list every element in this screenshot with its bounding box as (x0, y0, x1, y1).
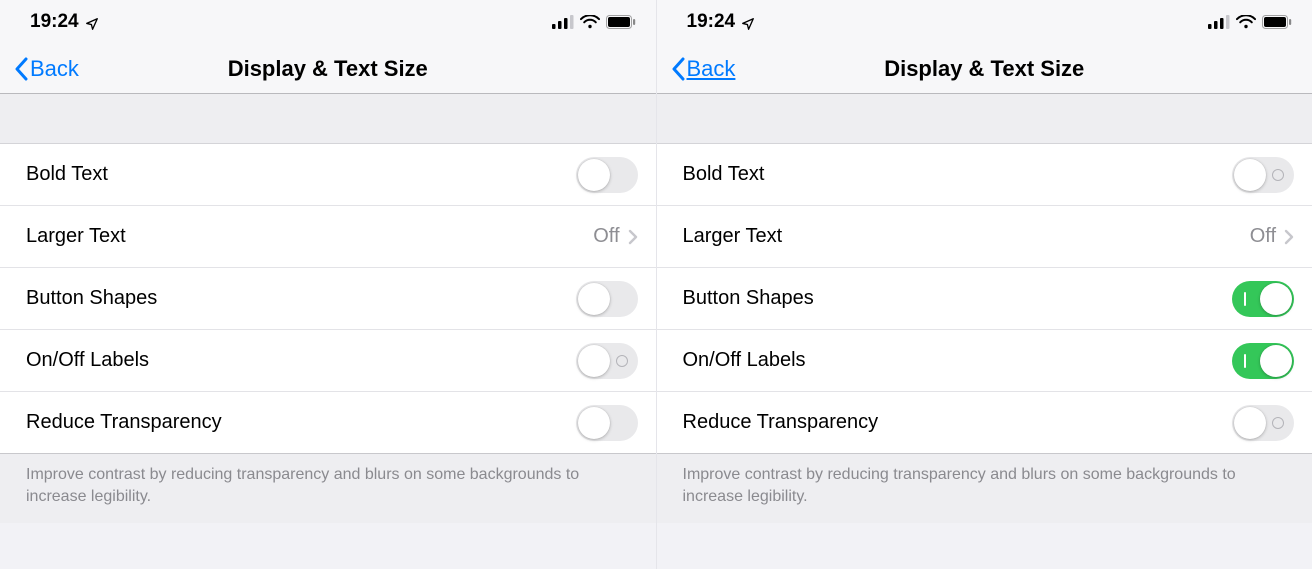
page-title: Display & Text Size (0, 56, 656, 82)
onoff-labels-switch[interactable] (576, 343, 638, 379)
row-value: Off (593, 225, 619, 248)
row-label: Button Shapes (26, 287, 576, 310)
status-bar: 19:24 (657, 0, 1312, 44)
row-onoff-labels[interactable]: On/Off Labels (0, 330, 656, 392)
back-button[interactable]: Back (671, 56, 736, 82)
row-label: On/Off Labels (26, 349, 576, 372)
row-label: Bold Text (683, 163, 1233, 186)
section-gap (0, 94, 656, 144)
nav-bar: Back Display & Text Size (657, 44, 1312, 94)
chevron-right-icon (628, 229, 638, 245)
wifi-icon (1236, 15, 1256, 29)
chevron-right-icon (1284, 229, 1294, 245)
status-bar: 19:24 (0, 0, 656, 44)
battery-icon (606, 15, 636, 29)
battery-icon (1262, 15, 1292, 29)
row-reduce-transparency[interactable]: Reduce Transparency (0, 392, 656, 454)
location-icon (741, 15, 755, 29)
status-time: 19:24 (30, 11, 79, 33)
row-label: Reduce Transparency (683, 411, 1233, 434)
row-label: Bold Text (26, 163, 576, 186)
button-shapes-switch[interactable] (576, 281, 638, 317)
screenshot-left: 19:24 Back Disp (0, 0, 656, 569)
row-larger-text[interactable]: Larger Text Off (0, 206, 656, 268)
cellular-icon (552, 15, 574, 29)
section-footer: Improve contrast by reducing transparenc… (657, 454, 1312, 523)
bold-text-switch[interactable] (576, 157, 638, 193)
row-label: On/Off Labels (683, 349, 1233, 372)
row-label: Larger Text (26, 225, 593, 248)
reduce-transparency-switch[interactable] (1232, 405, 1294, 441)
nav-bar: Back Display & Text Size (0, 44, 656, 94)
back-button[interactable]: Back (14, 56, 79, 82)
row-label: Button Shapes (683, 287, 1233, 310)
settings-list: Bold Text Larger Text Off Button Shapes (657, 144, 1312, 454)
reduce-transparency-switch[interactable] (576, 405, 638, 441)
chevron-left-icon (671, 57, 685, 81)
bold-text-switch[interactable] (1232, 157, 1294, 193)
row-button-shapes[interactable]: Button Shapes (657, 268, 1312, 330)
wifi-icon (580, 15, 600, 29)
row-label: Reduce Transparency (26, 411, 576, 434)
page-title: Display & Text Size (657, 56, 1312, 82)
button-shapes-switch[interactable] (1232, 281, 1294, 317)
section-gap (657, 94, 1312, 144)
row-bold-text[interactable]: Bold Text (0, 144, 656, 206)
back-label: Back (687, 56, 736, 82)
settings-list: Bold Text Larger Text Off Button Shapes (0, 144, 656, 454)
chevron-left-icon (14, 57, 28, 81)
row-larger-text[interactable]: Larger Text Off (657, 206, 1312, 268)
section-footer: Improve contrast by reducing transparenc… (0, 454, 656, 523)
row-onoff-labels[interactable]: On/Off Labels (657, 330, 1312, 392)
back-label: Back (30, 56, 79, 82)
row-label: Larger Text (683, 225, 1250, 248)
row-reduce-transparency[interactable]: Reduce Transparency (657, 392, 1312, 454)
cellular-icon (1208, 15, 1230, 29)
row-bold-text[interactable]: Bold Text (657, 144, 1312, 206)
screenshot-right: 19:24 Back Disp (656, 0, 1312, 569)
location-icon (85, 15, 99, 29)
row-button-shapes[interactable]: Button Shapes (0, 268, 656, 330)
status-time: 19:24 (687, 11, 736, 33)
onoff-labels-switch[interactable] (1232, 343, 1294, 379)
row-value: Off (1250, 225, 1276, 248)
